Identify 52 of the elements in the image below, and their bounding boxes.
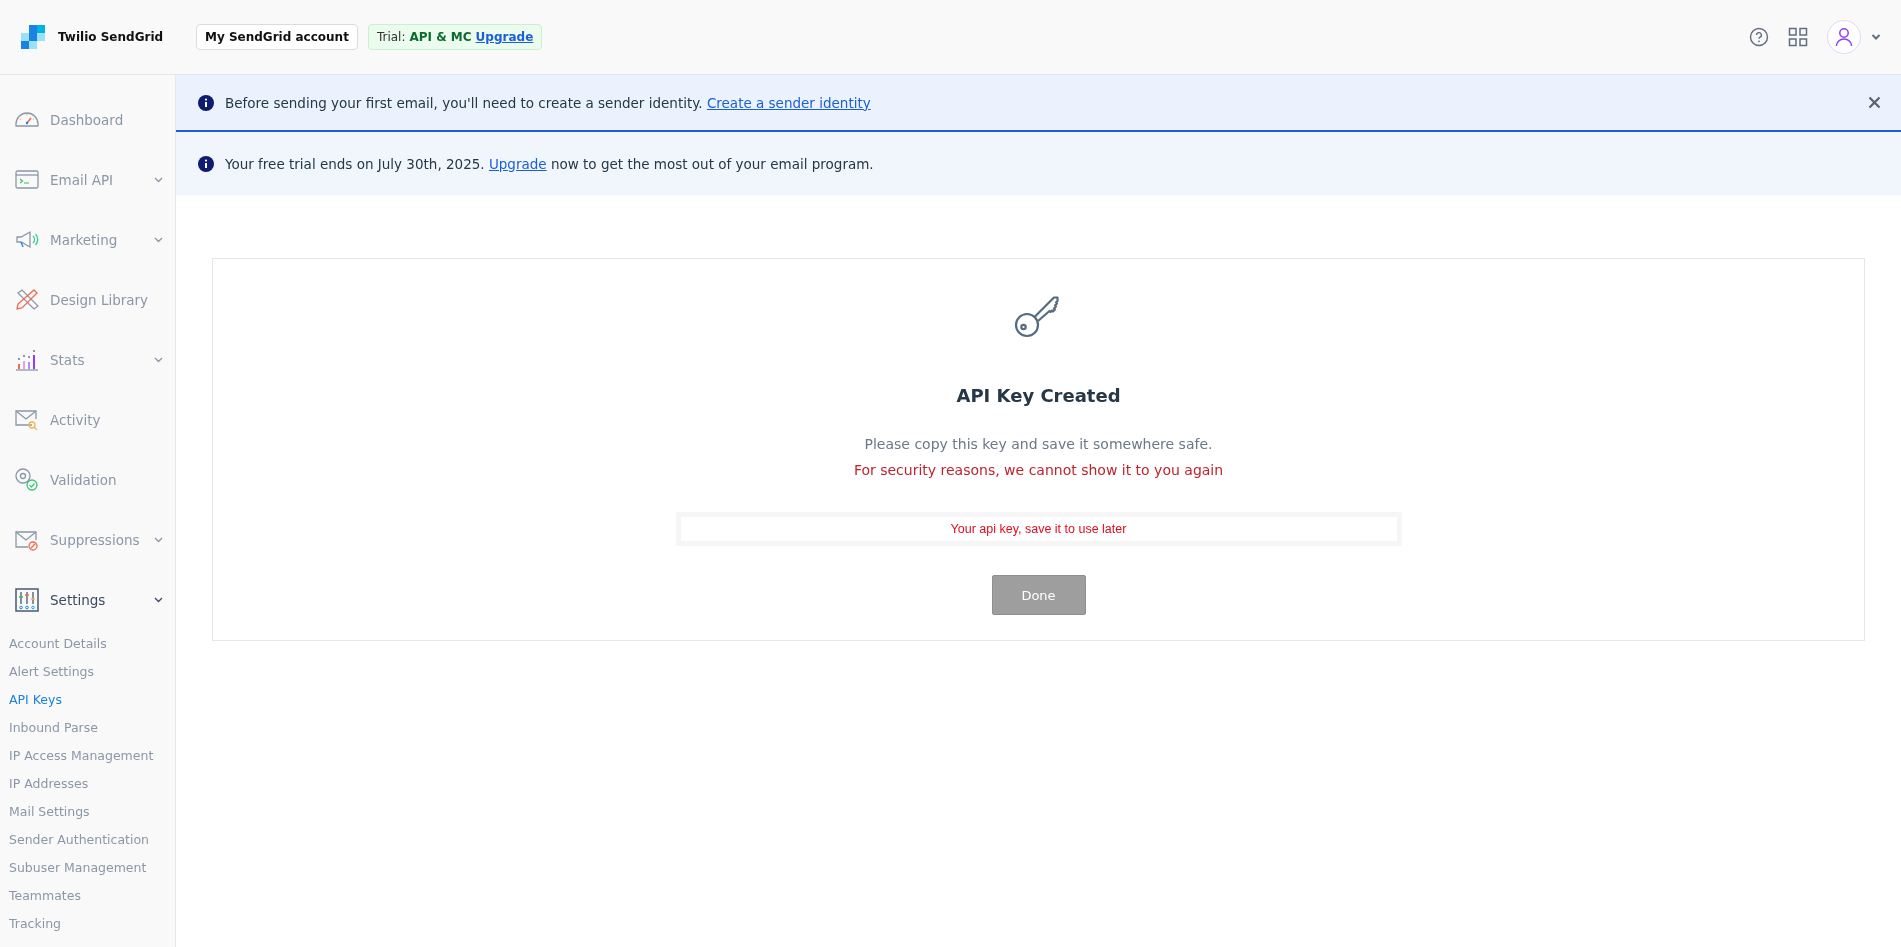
grid-icon[interactable] [1788, 27, 1808, 47]
key-field[interactable]: Your api key, save it to use later [675, 512, 1402, 546]
info-icon [198, 155, 214, 172]
sub-nav-item[interactable]: Alert Settings [0, 658, 175, 686]
person-icon [1835, 27, 1853, 47]
sub-nav-item[interactable]: API Keys [0, 686, 175, 714]
warning-text: For security reasons, we cannot show it to you again [853, 462, 1224, 478]
chevron-icon [154, 177, 163, 183]
bar-chart-icon [14, 347, 40, 373]
sub-nav-item[interactable]: Mail Settings [0, 798, 175, 826]
info-icon [198, 94, 214, 111]
pencil-ruler-icon [14, 287, 40, 313]
avatar-button[interactable] [1827, 20, 1861, 54]
help-icon[interactable] [1749, 27, 1769, 47]
done-button[interactable]: Done [991, 575, 1086, 615]
plan-name: API & MC [409, 30, 472, 44]
caret-icon[interactable] [1871, 33, 1881, 41]
sub-nav-item[interactable]: IP Access Management [0, 742, 175, 770]
sub-nav-item[interactable]: Teammates [0, 882, 175, 910]
sub-nav-item[interactable]: Account Details [0, 630, 175, 658]
message-text: Please copy this key and save it somewhere safe. [864, 436, 1213, 452]
banner-text: Before sending your first email, you'll need to create a sender identity. Create a sender identity [225, 94, 871, 111]
sub-nav-item[interactable]: Tracking [0, 910, 175, 938]
chevron-icon [154, 357, 163, 363]
chevron-icon [154, 537, 163, 543]
banner-text: Your free trial ends on July 30th, 2025. Upgrade now to get the most out of your email program. [225, 155, 874, 172]
nav-item[interactable]: Design Library [0, 270, 175, 330]
sub-nav-item[interactable]: Inbound Parse [0, 714, 175, 742]
nav-item[interactable]: Stats [0, 330, 175, 390]
brand-name: Twilio SendGrid [58, 30, 164, 44]
nav-item[interactable]: Dashboard [0, 90, 175, 150]
nav-item[interactable]: Validation [0, 450, 175, 510]
envelope-search-icon [14, 407, 40, 433]
close-icon[interactable] [1868, 96, 1881, 109]
chevron-icon [154, 237, 163, 243]
chevron-icon [154, 597, 163, 603]
nav-item[interactable]: Activity [0, 390, 175, 450]
logo-icon [20, 25, 46, 49]
trial-label: Trial: [376, 30, 406, 44]
sub-nav-item[interactable]: IP Addresses [0, 770, 175, 798]
account-button[interactable]: My SendGrid account [196, 24, 358, 50]
nav-item[interactable]: Settings [0, 570, 175, 630]
nav-item[interactable]: Marketing [0, 210, 175, 270]
banner-link[interactable]: Create a sender identity [706, 94, 871, 111]
sub-nav-item[interactable]: Subuser Management [0, 854, 175, 882]
nav-item[interactable]: Suppressions [0, 510, 175, 570]
sub-nav-item[interactable]: Sender Authentication [0, 826, 175, 854]
sliders-icon [14, 587, 40, 613]
nav-item[interactable]: Email API [0, 150, 175, 210]
card-title: API Key Created [956, 385, 1121, 406]
banner-link[interactable]: Upgrade [488, 155, 547, 172]
upgrade-link[interactable]: Upgrade [475, 30, 534, 44]
